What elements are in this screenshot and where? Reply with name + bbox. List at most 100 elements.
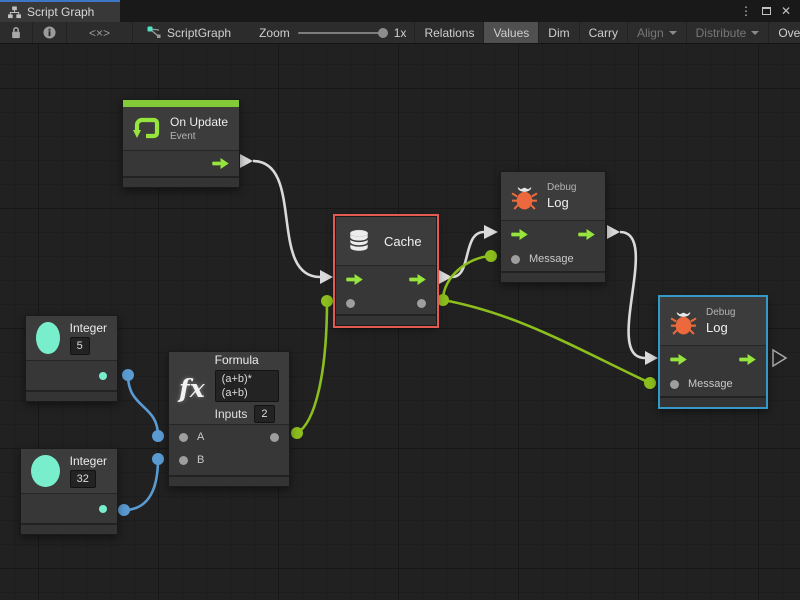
align-dropdown[interactable]: Align	[628, 22, 687, 43]
message-input-port[interactable]	[670, 380, 679, 389]
wire-int32-to-b	[124, 459, 158, 510]
distribute-dropdown[interactable]: Distribute	[687, 22, 770, 43]
zoom-slider[interactable]	[298, 32, 386, 34]
node-title: Integer	[70, 321, 107, 335]
input-port-b[interactable]	[179, 456, 188, 465]
tab-title: Script Graph	[27, 5, 94, 19]
node-header: Debug Log	[660, 297, 766, 345]
node-debug-log-top[interactable]: Debug Log Message	[500, 171, 606, 283]
wire-onupdate-to-cache	[253, 161, 320, 277]
node-on-update[interactable]: On Update Event	[122, 99, 240, 188]
node-footer	[169, 475, 289, 486]
graph-name-label: ScriptGraph	[167, 26, 231, 40]
value-wires-blue	[124, 375, 158, 510]
node-category: Debug	[547, 182, 576, 193]
port-label-message: Message	[688, 378, 733, 390]
node-header: fx Formula (a+b)*(a+b) Inputs 2	[169, 352, 289, 424]
wire-debuglog-to-debuglog2	[620, 232, 645, 358]
value-output-port[interactable]	[99, 505, 107, 513]
node-footer	[26, 390, 117, 401]
chevron-down-icon	[751, 31, 759, 35]
node-header: Cache	[336, 217, 436, 265]
close-icon[interactable]: ✕	[778, 3, 794, 19]
node-header: Debug Log	[501, 172, 605, 220]
node-header: On Update Event	[123, 107, 239, 150]
flow-output-port[interactable]	[578, 229, 595, 240]
teal-circle-literal-icon	[31, 455, 60, 487]
node-integer-5[interactable]: Integer 5	[25, 315, 118, 402]
lock-icon	[10, 26, 22, 39]
node-debug-log-right[interactable]: Debug Log Message	[658, 295, 768, 409]
flow-input-port[interactable]	[511, 229, 528, 240]
code-view-button[interactable]: <×>	[67, 22, 133, 43]
value-output-port[interactable]	[99, 372, 107, 380]
hierarchy-icon	[8, 6, 21, 19]
chevron-down-icon	[669, 31, 677, 35]
flow-input-port[interactable]	[346, 274, 363, 285]
graph-canvas[interactable]: On Update Event Cache	[0, 44, 800, 600]
node-title: On Update	[170, 115, 228, 129]
titlebar: Script Graph ⋮ ✕	[0, 0, 800, 22]
graph-toolbar: <×> ScriptGraph Zoom 1x Relations Values…	[0, 22, 800, 44]
node-category: Debug	[706, 307, 735, 318]
values-button[interactable]: Values	[484, 22, 539, 43]
inputs-count-field[interactable]: 2	[254, 405, 274, 423]
relations-button[interactable]: Relations	[415, 22, 484, 43]
node-formula[interactable]: fx Formula (a+b)*(a+b) Inputs 2 A B	[168, 351, 290, 487]
database-icon	[346, 228, 372, 254]
zoom-control: Zoom 1x	[241, 22, 414, 43]
node-footer	[501, 271, 605, 282]
zoom-value: 1x	[394, 26, 407, 40]
flow-output-port[interactable]	[212, 158, 229, 169]
overview-button[interactable]: Overview	[769, 22, 800, 43]
node-title: Formula	[215, 353, 279, 367]
node-footer	[336, 314, 436, 325]
node-integer-32[interactable]: Integer 32	[20, 448, 118, 535]
value-input-port[interactable]	[346, 299, 355, 308]
node-title: Log	[547, 195, 576, 210]
node-footer	[123, 176, 239, 187]
node-header: Integer 5	[26, 316, 117, 360]
value-output-port[interactable]	[417, 299, 426, 308]
flow-input-port[interactable]	[670, 354, 687, 365]
event-node-accent-bar	[123, 100, 239, 107]
value-wire-endpoints-blue	[118, 369, 164, 516]
node-title: Log	[706, 320, 735, 335]
formula-expression-field[interactable]: (a+b)*(a+b)	[215, 370, 279, 402]
info-button[interactable]	[33, 22, 67, 43]
carry-button[interactable]: Carry	[580, 22, 628, 43]
node-subtitle: Event	[170, 131, 228, 142]
port-label-message: Message	[529, 253, 574, 265]
node-cache[interactable]: Cache	[335, 216, 437, 326]
inputs-label: Inputs	[215, 407, 248, 421]
flow-output-port[interactable]	[409, 274, 426, 285]
bug-icon	[511, 183, 538, 210]
port-label-a: A	[197, 431, 204, 443]
script-graph-icon	[147, 26, 161, 39]
input-port-a[interactable]	[179, 433, 188, 442]
node-title: Integer	[70, 454, 107, 468]
dim-button[interactable]: Dim	[539, 22, 579, 43]
node-title: Cache	[384, 234, 422, 249]
message-input-port[interactable]	[511, 255, 520, 264]
zoom-slider-handle[interactable]	[378, 28, 388, 38]
value-output-port[interactable]	[270, 433, 279, 442]
bug-icon	[670, 308, 697, 335]
tab-script-graph[interactable]: Script Graph	[0, 0, 120, 22]
maximize-icon[interactable]	[758, 3, 774, 19]
flow-output-port[interactable]	[739, 354, 756, 365]
window-menu-icon[interactable]: ⋮	[738, 3, 754, 19]
window-controls: ⋮ ✕	[738, 0, 800, 22]
fx-icon: fx	[179, 376, 205, 401]
loop-event-icon	[133, 115, 161, 143]
integer-value-field[interactable]: 5	[70, 337, 90, 355]
graph-reference-button[interactable]: ScriptGraph	[133, 22, 241, 43]
port-label-b: B	[197, 454, 204, 466]
integer-value-field[interactable]: 32	[70, 470, 96, 488]
unconnected-flow-port[interactable]	[773, 350, 786, 366]
wire-formula-to-cache	[297, 301, 327, 433]
node-footer	[660, 396, 766, 407]
node-footer	[21, 523, 117, 534]
lock-button[interactable]	[0, 22, 33, 43]
wire-int5-to-a	[128, 375, 158, 436]
